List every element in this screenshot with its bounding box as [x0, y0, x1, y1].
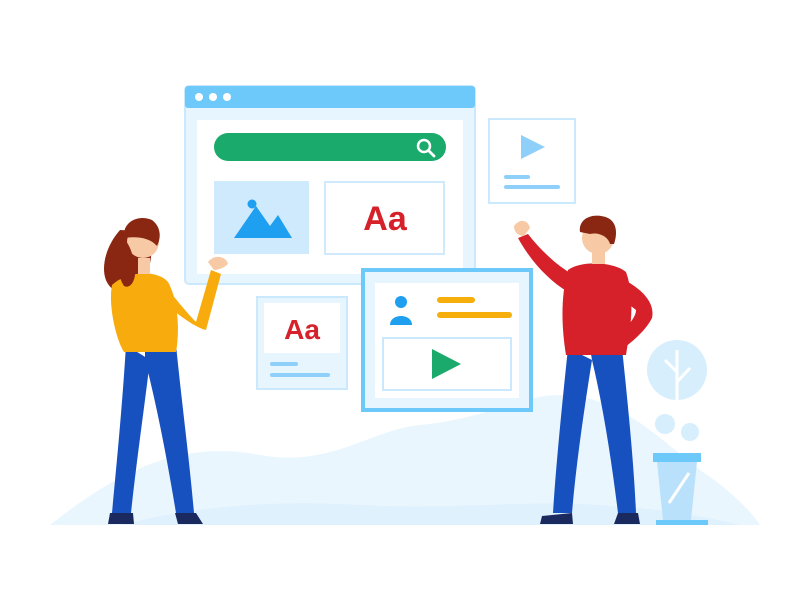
text-line [270, 362, 298, 366]
profile-video-window [361, 268, 533, 412]
text-line [504, 175, 530, 179]
web-design-illustration: Aa Aa [50, 85, 760, 525]
text-line [437, 297, 475, 303]
typography-sample-large: Aa [363, 200, 408, 238]
typography-sample-small: Aa [284, 314, 320, 345]
search-bar [214, 133, 446, 161]
text-line [270, 373, 330, 377]
window-dot [195, 93, 203, 101]
browser-window: Aa [184, 85, 476, 285]
window-dot [209, 93, 217, 101]
small-typography-card: Aa [256, 296, 348, 390]
floating-video-card [488, 118, 576, 204]
window-dot [223, 93, 231, 101]
text-line [437, 312, 512, 318]
text-line [504, 185, 560, 189]
